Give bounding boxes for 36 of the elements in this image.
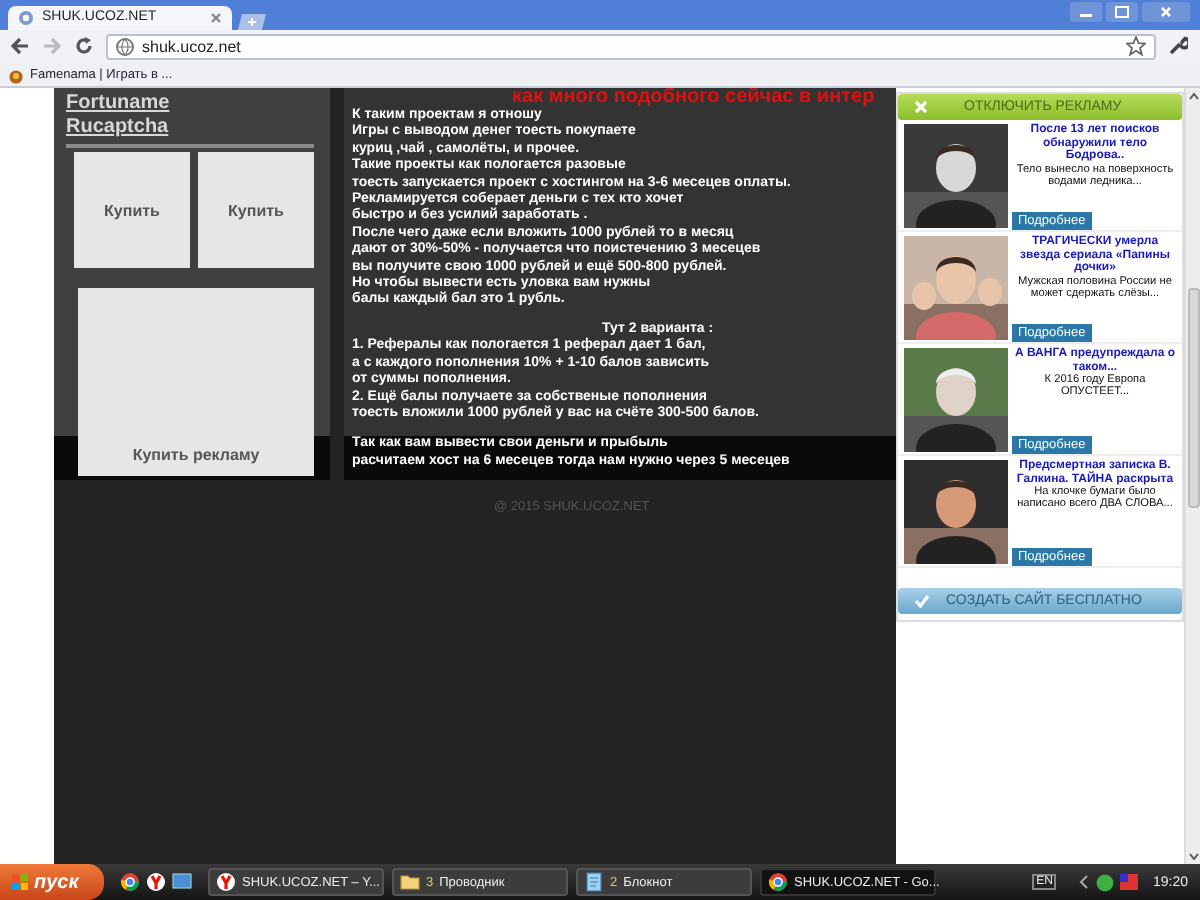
reload-icon[interactable]: [74, 36, 94, 57]
browser-icon[interactable]: [120, 872, 140, 892]
folder-icon: [400, 872, 420, 892]
site-link[interactable]: Fortuname: [66, 92, 314, 116]
scroll-up-icon: [1185, 88, 1200, 104]
notepad-icon: [584, 872, 604, 892]
wrench-icon[interactable]: [1168, 36, 1188, 57]
chevron-icon[interactable]: [1078, 874, 1091, 890]
close-icon[interactable]: [1142, 2, 1190, 22]
page-icon: [18, 9, 34, 26]
letter-y-icon[interactable]: [146, 872, 166, 892]
buy-button[interactable]: Купить: [198, 152, 314, 268]
start-button[interactable]: пуск: [0, 864, 104, 900]
windows-logo-icon: [12, 874, 28, 890]
scroll-down-icon: [1185, 848, 1200, 864]
buy-ad-button[interactable]: Купить рекламу: [78, 288, 314, 476]
star-icon[interactable]: [1126, 36, 1146, 57]
scroll-thumb[interactable]: [1187, 288, 1199, 508]
globe-icon: [116, 37, 134, 56]
minimize-icon[interactable]: [1070, 2, 1102, 22]
back-icon[interactable]: [10, 36, 30, 57]
maximize-icon[interactable]: [1106, 2, 1138, 22]
close-icon: [914, 100, 928, 114]
buy-button[interactable]: Купить: [74, 152, 190, 268]
letter-y-icon: [216, 872, 236, 892]
scrollbar[interactable]: [1184, 88, 1200, 864]
check-icon: [914, 594, 930, 608]
network-icon[interactable]: [1096, 873, 1115, 891]
site-link[interactable]: Rucaptcha: [66, 116, 314, 140]
bookmark-icon: [8, 67, 24, 84]
flag-icon[interactable]: [1120, 874, 1139, 890]
new-tab-icon[interactable]: [238, 13, 266, 30]
monitor-icon[interactable]: [172, 872, 192, 892]
close-icon[interactable]: [210, 11, 222, 24]
browser-icon: [768, 872, 788, 892]
address-field[interactable]: shuk.ucoz.net: [106, 33, 1156, 60]
